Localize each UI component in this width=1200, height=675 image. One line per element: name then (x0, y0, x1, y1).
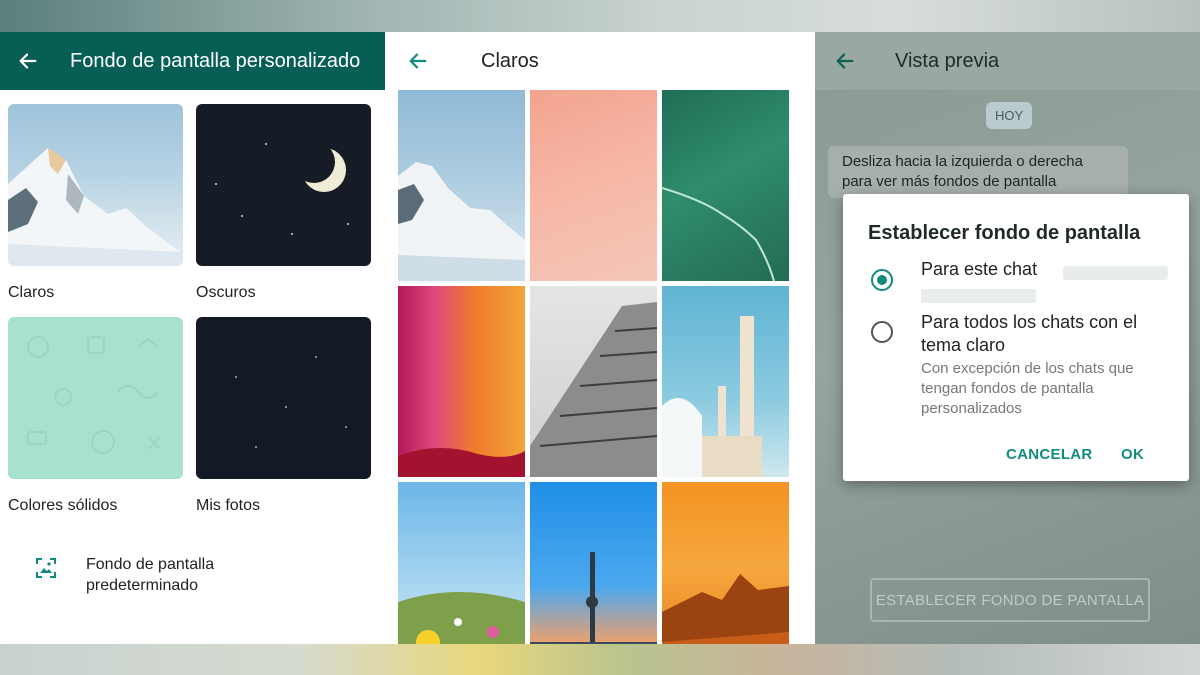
wallpaper-categories-screen: Fondo de pantalla personalizado Claros O… (0, 32, 385, 644)
default-wallpaper-row[interactable]: Fondo de pantalla predeterminado (34, 554, 266, 596)
redacted-contact-name (1063, 266, 1168, 280)
wallpaper-thumbnail[interactable] (662, 286, 789, 477)
option-all-chats-label[interactable]: Para todos los chats con el tema claro (921, 311, 1171, 357)
back-button[interactable] (817, 32, 873, 90)
redacted-contact-name (921, 289, 1036, 303)
default-wallpaper-label: Fondo de pantalla predeterminado (86, 556, 215, 594)
category-solid-colors-thumbnail[interactable] (8, 317, 183, 479)
arrow-left-icon (409, 53, 427, 69)
app-bar: Fondo de pantalla personalizado (0, 32, 385, 90)
app-bar: Claros (385, 32, 815, 90)
cancel-button[interactable]: CANCELAR (1006, 446, 1093, 463)
hint-bubble: Desliza hacia la izquierda o derecha par… (828, 146, 1128, 198)
wallpaper-thumbnail[interactable] (530, 286, 657, 477)
wallpaper-thumbnail[interactable] (398, 286, 525, 477)
category-my-photos-thumbnail[interactable] (196, 317, 371, 479)
moon-image (215, 141, 349, 235)
stars-image (235, 356, 347, 448)
radio-this-chat[interactable] (871, 269, 893, 291)
arrow-left-icon (836, 53, 854, 69)
category-claros-thumbnail[interactable] (8, 104, 183, 266)
ok-button[interactable]: OK (1121, 446, 1144, 463)
wallpaper-thumbnail[interactable] (530, 90, 657, 281)
wallpaper-thumbnail[interactable] (662, 90, 789, 281)
preview-screen: Vista previa HOY Desliza hacia la izquie… (815, 32, 1200, 644)
wallpaper-thumbnail[interactable] (530, 482, 657, 644)
category-solid-colors-label[interactable]: Colores sólidos (8, 497, 117, 515)
wallpaper-thumbnail[interactable] (662, 482, 789, 644)
category-oscuros-thumbnail[interactable] (196, 104, 371, 266)
wallpaper-thumbnail[interactable] (398, 90, 525, 281)
dialog-title: Establecer fondo de pantalla (868, 222, 1141, 244)
category-claros-label[interactable]: Claros (8, 284, 54, 302)
page-title: Vista previa (895, 49, 1000, 72)
app-bar: Vista previa (815, 32, 1200, 90)
mountain-image (8, 148, 183, 266)
arrow-left-icon (19, 53, 37, 69)
page-title: Claros (481, 49, 539, 72)
light-wallpapers-screen: Claros (385, 32, 815, 644)
background-strip (0, 644, 1200, 675)
radio-all-chats[interactable] (871, 321, 893, 343)
option-all-chats-description: Con excepción de los chats que tengan fo… (921, 360, 1134, 417)
page-title: Fondo de pantalla personalizado (70, 49, 361, 72)
back-button[interactable] (390, 32, 446, 90)
date-chip: HOY (986, 102, 1033, 129)
back-button[interactable] (0, 32, 56, 90)
wallpaper-icon (36, 558, 56, 578)
category-my-photos-label[interactable]: Mis fotos (196, 497, 260, 515)
chat-preview-area: HOY Desliza hacia la izquierda o derecha… (815, 90, 1200, 644)
set-wallpaper-button[interactable]: ESTABLECER FONDO DE PANTALLA (870, 578, 1150, 622)
category-oscuros-label[interactable]: Oscuros (196, 284, 256, 302)
set-wallpaper-dialog: Establecer fondo de pantalla Para este c… (843, 194, 1189, 481)
wallpaper-thumbnail[interactable] (398, 482, 525, 644)
doodle-pattern (27, 336, 161, 454)
